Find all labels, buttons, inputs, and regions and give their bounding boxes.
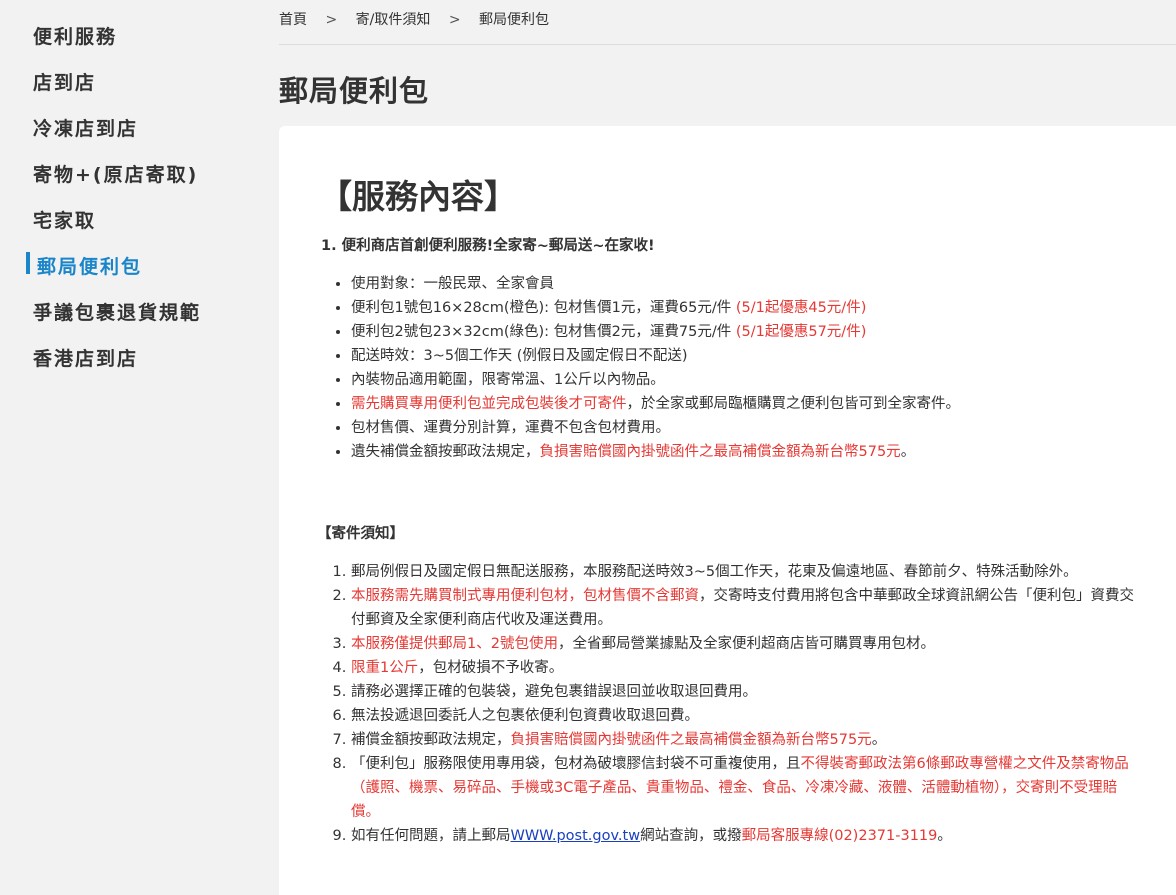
notice-item: 如有任何問題，請上郵局WWW.post.gov.tw網站查詢，或撥郵局客服專線(… (351, 824, 1141, 848)
sidebar-item-post-convenience-pack[interactable]: 郵局便利包 (37, 252, 142, 279)
sidebar-item-store-to-store[interactable]: 店到店 (33, 68, 96, 95)
notice-text: ，包材破損不予收寄。 (418, 660, 564, 676)
notice-text: 郵局客服專線(02)2371-3119 (741, 828, 938, 844)
bullet-item: 內裝物品適用範圍，限寄常溫、1公斤以內物品。 (351, 368, 1171, 392)
notice-item: 郵局例假日及國定假日無配送服務，本服務配送時效3~5個工作天，花東及偏遠地區、春… (351, 560, 1141, 584)
notice-text: 如有任何問題，請上郵局 (351, 828, 511, 844)
bullet-item: 包材售價、運費分別計算，運費不包含包材費用。 (351, 416, 1171, 440)
sidebar-item-dispute-return-rules[interactable]: 爭議包裹退貨規範 (33, 298, 201, 325)
header-divider (279, 44, 1176, 45)
breadcrumb-separator: > (448, 12, 461, 28)
breadcrumb-home[interactable]: 首頁 (279, 12, 307, 28)
bullet-item: 遺失補償金額按郵政法規定，負損害賠償國內掛號函件之最高補償金額為新台幣575元。 (351, 440, 1171, 464)
content-panel: 【服務內容】 1. 便利商店首創便利服務!全家寄~郵局送~在家收! 使用對象：一… (279, 126, 1176, 895)
notice-heading: 【寄件須知】 (317, 526, 404, 542)
bullet-item: 配送時效：3~5個工作天 (例假日及國定假日不配送) (351, 344, 1171, 368)
post-website-link[interactable]: WWW.post.gov.tw (511, 828, 641, 844)
notice-item: 「便利包」服務限使用專用袋，包材為破壞膠信封袋不可重複使用，且不得裝寄郵政法第6… (351, 752, 1141, 824)
notice-list: 郵局例假日及國定假日無配送服務，本服務配送時效3~5個工作天，花東及偏遠地區、春… (321, 560, 1141, 848)
sidebar-item-frozen-store-to-store[interactable]: 冷凍店到店 (33, 114, 138, 141)
breadcrumb-current[interactable]: 郵局便利包 (479, 12, 549, 28)
breadcrumb-separator: > (325, 12, 338, 28)
sidebar: 便利服務 店到店 冷凍店到店 寄物+(原店寄取) 宅家取 郵局便利包 爭議包裹退… (0, 0, 238, 895)
section-title: 【服務內容】 (319, 177, 517, 216)
notice-item: 補償金額按郵政法規定，負損害賠償國內掛號函件之最高補償金額為新台幣575元。 (351, 728, 1141, 752)
notice-item: 請務必選擇正確的包裝袋，避免包裹錯誤退回並收取退回費用。 (351, 680, 1141, 704)
notice-text: 負損害賠償國內掛號函件之最高補償金額為新台幣575元 (510, 732, 872, 748)
sidebar-item-convenience-service[interactable]: 便利服務 (33, 22, 117, 49)
notice-item: 限重1公斤，包材破損不予收寄。 (351, 656, 1141, 680)
notice-text: 無法投遞退回委託人之包裹依便利包資費收取退回費。 (351, 708, 699, 724)
notice-text: 網站查詢，或撥 (640, 828, 742, 844)
notice-text: 請務必選擇正確的包裝袋，避免包裹錯誤退回並收取退回費用。 (351, 684, 757, 700)
notice-item: 無法投遞退回委託人之包裹依便利包資費收取退回費。 (351, 704, 1141, 728)
bullet-item: 需先購買專用便利包並完成包裝後才可寄件，於全家或郵局臨櫃購買之便利包皆可到全家寄… (351, 392, 1171, 416)
sidebar-item-hong-kong-store-to-store[interactable]: 香港店到店 (33, 344, 138, 371)
breadcrumb: 首頁 > 寄/取件須知 > 郵局便利包 (279, 9, 549, 29)
breadcrumb-shipping-notes[interactable]: 寄/取件須知 (356, 12, 431, 28)
service-subheading: 1. 便利商店首創便利服務!全家寄~郵局送~在家收! (321, 238, 655, 254)
notice-text: ，全省郵局營業據點及全家便利超商店皆可購買專用包材。 (557, 636, 935, 652)
active-indicator (26, 252, 30, 274)
notice-text: 「便利包」服務限使用專用袋，包材為破壞膠信封袋不可重複使用，且 (351, 756, 801, 772)
bullet-item: 便利包1號包16×28cm(橙色): 包材售價1元，運費65元/件 (5/1起優… (351, 296, 1171, 320)
service-bullets: 使用對象：一般民眾、全家會員 便利包1號包16×28cm(橙色): 包材售價1元… (321, 272, 1171, 464)
page-title: 郵局便利包 (279, 74, 430, 108)
bullet-item: 使用對象：一般民眾、全家會員 (351, 272, 1171, 296)
bullet-item: 便利包2號包23×32cm(綠色): 包材售價2元，運費75元/件 (5/1起優… (351, 320, 1171, 344)
notice-text: 限重1公斤 (351, 660, 419, 676)
notice-text: 。 (937, 828, 952, 844)
sidebar-item-storage-plus[interactable]: 寄物+(原店寄取) (33, 160, 198, 187)
notice-text: 本服務需先購買制式專用便利包材，包材售價不含郵資 (351, 588, 699, 604)
main-content: 首頁 > 寄/取件須知 > 郵局便利包 郵局便利包 【服務內容】 1. 便利商店… (258, 0, 1176, 895)
notice-text: 補償金額按郵政法規定， (351, 732, 511, 748)
notice-text: 本服務僅提供郵局1、2號包使用 (351, 636, 558, 652)
notice-item: 本服務僅提供郵局1、2號包使用，全省郵局營業據點及全家便利超商店皆可購買專用包材… (351, 632, 1141, 656)
notice-text: 。 (871, 732, 887, 748)
sidebar-item-home-pickup[interactable]: 宅家取 (33, 206, 96, 233)
notice-item: 本服務需先購買制式專用便利包材，包材售價不含郵資，交寄時支付費用將包含中華郵政全… (351, 584, 1141, 632)
notice-text: 郵局例假日及國定假日無配送服務，本服務配送時效3~5個工作天，花東及偏遠地區、春… (351, 564, 1078, 580)
